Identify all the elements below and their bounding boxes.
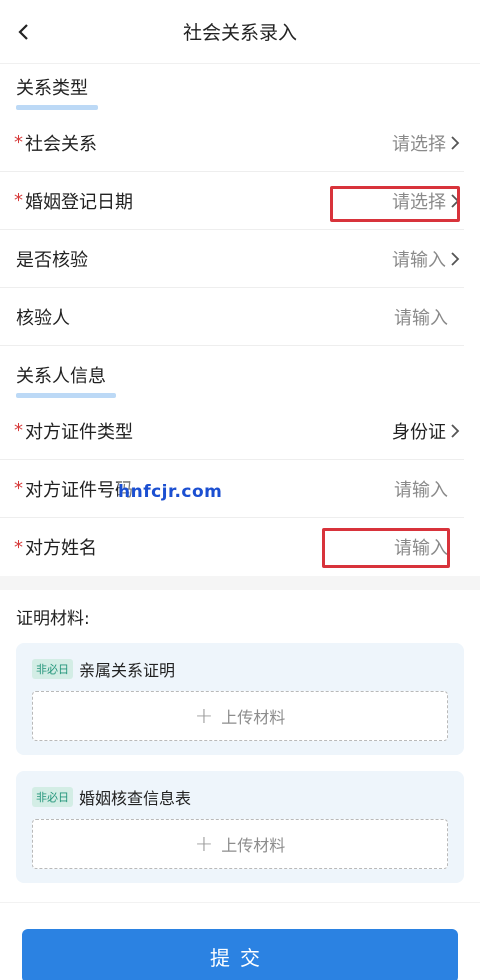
row-marriage-date[interactable]: * 婚姻登记日期 请选择 bbox=[0, 172, 464, 230]
submit-button[interactable]: 提交 bbox=[22, 929, 458, 980]
field-label: * 对方姓名 bbox=[14, 534, 97, 560]
social-relation-select[interactable]: 请选择 bbox=[392, 130, 464, 156]
section-title: 关系类型 bbox=[16, 74, 98, 110]
bottom-bar: 提交 bbox=[0, 902, 480, 980]
required-mark: * bbox=[14, 132, 23, 153]
label-text: 婚姻登记日期 bbox=[25, 191, 133, 213]
upload-label: 上传材料 bbox=[221, 708, 286, 727]
section-title: 关系人信息 bbox=[16, 362, 116, 398]
chevron-right-icon bbox=[450, 250, 464, 268]
section-relation-type: 关系类型 bbox=[0, 64, 480, 114]
card-header: 非必日 婚姻核查信息表 bbox=[32, 785, 448, 809]
id-number-input[interactable]: 请输入 bbox=[394, 476, 448, 502]
value-text: 请选择 bbox=[392, 133, 446, 155]
row-id-number[interactable]: * 对方证件号码 请输入 bbox=[0, 460, 464, 518]
field-label: * 对方证件号码 bbox=[14, 476, 133, 502]
required-mark: * bbox=[14, 420, 23, 441]
back-button[interactable] bbox=[12, 20, 36, 44]
field-label: * 对方证件类型 bbox=[14, 418, 133, 444]
label-text: 对方姓名 bbox=[25, 538, 97, 559]
material-card: 非必日 亲属关系证明 + 上传材料 bbox=[16, 643, 464, 755]
verifier-input[interactable]: 请输入 bbox=[394, 304, 448, 330]
section-person-info: 关系人信息 bbox=[0, 346, 480, 402]
label-text: 对方证件号码 bbox=[25, 479, 133, 501]
label-text: 社会关系 bbox=[25, 133, 97, 155]
required-mark: * bbox=[14, 478, 23, 499]
material-name: 婚姻核查信息表 bbox=[79, 789, 192, 808]
header-bar: 社会关系录入 bbox=[0, 0, 480, 64]
highlight-box bbox=[330, 186, 460, 222]
highlight-box bbox=[322, 528, 450, 568]
required-mark: * bbox=[14, 190, 23, 211]
card-header: 非必日 亲属关系证明 bbox=[32, 657, 448, 681]
row-name[interactable]: * 对方姓名 请输入 bbox=[0, 518, 464, 576]
chevron-right-icon bbox=[450, 134, 464, 152]
materials-section: 证明材料: 非必日 亲属关系证明 + 上传材料 非必日 婚姻核查信息表 + 上传… bbox=[0, 590, 480, 883]
upload-button[interactable]: + 上传材料 bbox=[32, 819, 448, 869]
material-name: 亲属关系证明 bbox=[79, 661, 176, 680]
verified-select[interactable]: 请输入 bbox=[392, 246, 464, 272]
value-text: 请输入 bbox=[392, 249, 446, 271]
required-mark: * bbox=[14, 536, 23, 558]
optional-tag: 非必日 bbox=[32, 659, 73, 679]
field-label: 是否核验 bbox=[16, 246, 88, 272]
watermark: hnfcjr.com bbox=[118, 482, 223, 502]
field-label: 核验人 bbox=[16, 304, 70, 330]
materials-title: 证明材料: bbox=[16, 609, 90, 629]
label-text: 是否核验 bbox=[16, 249, 88, 271]
plus-icon: + bbox=[194, 831, 214, 857]
field-label: * 婚姻登记日期 bbox=[14, 188, 133, 214]
row-social-relation[interactable]: * 社会关系 请选择 bbox=[0, 114, 464, 172]
optional-tag: 非必日 bbox=[32, 787, 73, 807]
plus-icon: + bbox=[194, 703, 214, 729]
value-text: 请输入 bbox=[394, 479, 448, 501]
field-label: * 社会关系 bbox=[14, 130, 97, 156]
row-verifier[interactable]: 核验人 请输入 bbox=[0, 288, 464, 346]
value-text: 身份证 bbox=[392, 421, 446, 443]
page-title: 社会关系录入 bbox=[182, 22, 297, 44]
chevron-left-icon bbox=[18, 24, 28, 40]
label-text: 核验人 bbox=[16, 307, 70, 329]
id-type-select[interactable]: 身份证 bbox=[392, 418, 464, 444]
upload-label: 上传材料 bbox=[221, 836, 286, 855]
row-verified[interactable]: 是否核验 请输入 bbox=[0, 230, 464, 288]
material-card: 非必日 婚姻核查信息表 + 上传材料 bbox=[16, 771, 464, 883]
section-divider bbox=[0, 576, 480, 590]
label-text: 对方证件类型 bbox=[25, 421, 133, 443]
chevron-right-icon bbox=[450, 422, 464, 440]
upload-button[interactable]: + 上传材料 bbox=[32, 691, 448, 741]
row-id-type[interactable]: * 对方证件类型 身份证 bbox=[0, 402, 464, 460]
value-text: 请输入 bbox=[394, 307, 448, 329]
